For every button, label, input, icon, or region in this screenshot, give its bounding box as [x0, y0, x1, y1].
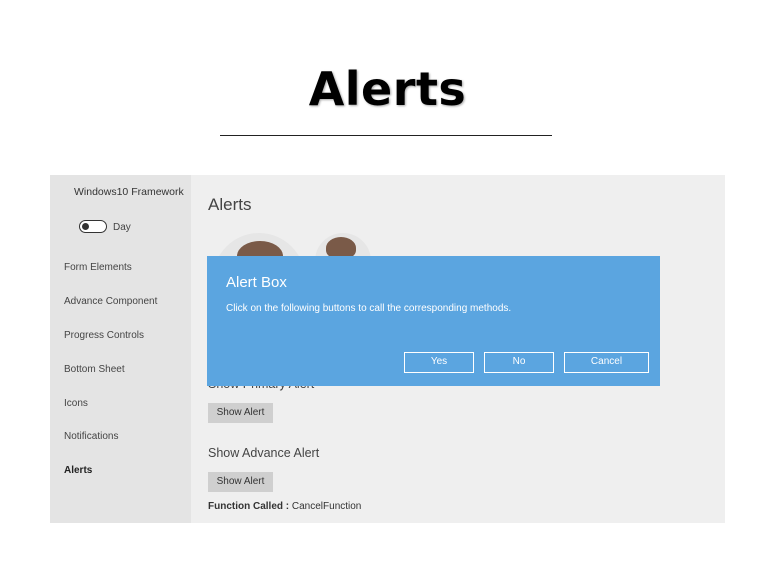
theme-toggle-label: Day	[113, 222, 131, 233]
title-divider	[220, 135, 552, 136]
theme-toggle-icon[interactable]	[79, 220, 107, 233]
show-primary-alert-button[interactable]: Show Alert	[208, 403, 273, 423]
dialog-title: Alert Box	[226, 274, 287, 291]
show-advance-alert-button[interactable]: Show Alert	[208, 472, 273, 492]
sidebar-item-bottom-sheet[interactable]: Bottom Sheet	[64, 364, 125, 375]
sidebar-item-progress-controls[interactable]: Progress Controls	[64, 330, 144, 341]
sidebar-item-icons[interactable]: Icons	[64, 398, 88, 409]
function-called-readout: Function Called : CancelFunction	[208, 501, 361, 512]
sidebar-item-alerts[interactable]: Alerts	[64, 465, 92, 476]
dialog-message: Click on the following buttons to call t…	[226, 303, 512, 314]
brand-label: Windows10 Framework	[74, 186, 184, 198]
yes-button[interactable]: Yes	[404, 352, 474, 373]
alert-dialog: Alert Box Click on the following buttons…	[207, 256, 660, 386]
sidebar-item-advance-component[interactable]: Advance Component	[64, 296, 157, 307]
slide-title: Alerts	[308, 62, 467, 116]
cancel-button[interactable]: Cancel	[564, 352, 649, 373]
sidebar-item-notifications[interactable]: Notifications	[64, 431, 118, 442]
function-called-value: CancelFunction	[291, 501, 362, 512]
sidebar: Windows10 Framework Day Form Elements Ad…	[50, 175, 191, 523]
advance-alert-label: Show Advance Alert	[208, 446, 320, 460]
no-button[interactable]: No	[484, 352, 554, 373]
sidebar-item-form-elements[interactable]: Form Elements	[64, 262, 132, 273]
toggle-knob	[82, 222, 89, 230]
function-called-label: Function Called :	[208, 501, 290, 512]
page-title: Alerts	[208, 195, 252, 214]
